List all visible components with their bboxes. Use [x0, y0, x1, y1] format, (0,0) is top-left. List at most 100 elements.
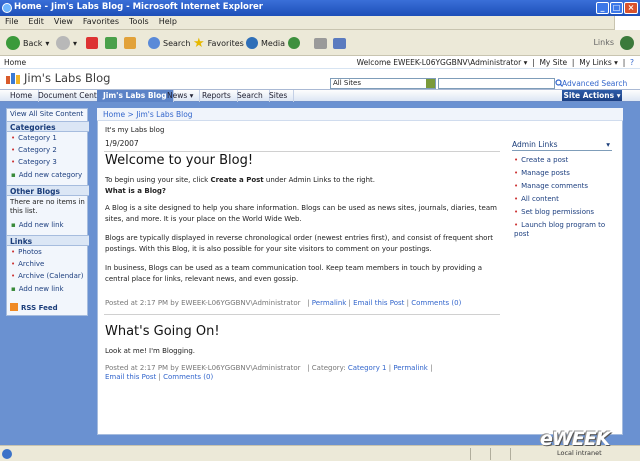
- permalink-link[interactable]: Permalink: [312, 299, 347, 307]
- refresh-button[interactable]: [105, 35, 117, 51]
- home-button[interactable]: [124, 35, 136, 51]
- forward-arrow-icon: [56, 36, 70, 50]
- top-nav-bar: Home Document Center Jim's Labs Blog New…: [0, 89, 640, 102]
- post-date: 1/9/2007: [105, 139, 139, 148]
- media-icon: [246, 37, 258, 49]
- security-zone: Local intranet: [557, 449, 602, 457]
- create-post-emphasis: Create a Post: [210, 176, 264, 184]
- create-post-link[interactable]: • Create a post: [514, 156, 568, 165]
- site-logo-icon: [6, 73, 20, 84]
- welcome-user-menu[interactable]: Welcome EWEEK-L06YGGBNV\Administrator: [357, 58, 522, 67]
- star-icon: ★: [193, 35, 205, 51]
- launch-blog-program-link[interactable]: • Launch blog program to post: [514, 221, 610, 239]
- page-status-icon: [2, 449, 12, 459]
- history-button[interactable]: [288, 35, 300, 51]
- post-subheading: What is a Blog?: [105, 187, 166, 195]
- category-item[interactable]: • Category 3: [11, 158, 57, 166]
- breadcrumb[interactable]: Home > Jim's Labs Blog: [97, 108, 623, 121]
- scope-dropdown-icon: [426, 79, 435, 88]
- site-title[interactable]: Jim's Labs Blog: [24, 71, 110, 85]
- rss-icon: [10, 303, 18, 311]
- tab-news[interactable]: News ▾: [161, 90, 201, 102]
- window-title: Home - Jim's Labs Blog - Microsoft Inter…: [14, 2, 264, 12]
- close-icon[interactable]: ×: [624, 2, 638, 14]
- menu-file[interactable]: File: [0, 16, 23, 26]
- link-item[interactable]: • Archive: [11, 260, 44, 268]
- maximize-icon[interactable]: □: [610, 2, 623, 14]
- menu-edit[interactable]: Edit: [23, 16, 49, 26]
- links-toolbar-icon[interactable]: [620, 36, 634, 50]
- post-divider: [104, 314, 500, 315]
- categories-heading[interactable]: Categories: [7, 121, 89, 132]
- minimize-icon[interactable]: _: [596, 2, 609, 14]
- add-icon: ▪: [11, 221, 16, 229]
- welcome-bar: Home Welcome EWEEK-L06YGGBNV\Administrat…: [0, 57, 640, 69]
- eweek-watermark: eWEEK: [540, 428, 611, 450]
- link-item[interactable]: • Archive (Calendar): [11, 272, 84, 280]
- search-input[interactable]: [438, 78, 555, 89]
- post-footer: Posted at 2:17 PM by EWEEK-L06YGGBNV\Adm…: [105, 364, 433, 372]
- admin-links-heading[interactable]: Admin Links ▾: [512, 140, 612, 151]
- toolbar: Back ▾ ▾ Search ★ Favorites Media Links: [0, 30, 640, 56]
- home-icon: [124, 37, 136, 49]
- comments-link[interactable]: Comments (0): [163, 373, 213, 381]
- links-label[interactable]: Links: [593, 38, 614, 47]
- permalink-link[interactable]: Permalink: [393, 364, 428, 372]
- all-content-link[interactable]: • All content: [514, 195, 559, 204]
- post-footer: Posted at 2:17 PM by EWEEK-L06YGGBNV\Adm…: [105, 299, 462, 307]
- set-permissions-link[interactable]: • Set blog permissions: [514, 208, 594, 217]
- category-item[interactable]: • Category 2: [11, 146, 57, 154]
- menu-help[interactable]: Help: [154, 16, 182, 26]
- help-icon[interactable]: ?: [630, 58, 634, 67]
- refresh-icon: [105, 37, 117, 49]
- print-button[interactable]: [314, 35, 327, 51]
- add-category-link[interactable]: ▪ Add new category: [11, 171, 82, 179]
- post-paragraph: In business, Blogs can be used as a team…: [105, 264, 483, 283]
- tab-sites[interactable]: Sites: [263, 90, 295, 102]
- post-title[interactable]: What's Going On!: [105, 324, 220, 339]
- advanced-search-link[interactable]: Advanced Search: [562, 79, 627, 88]
- category-link[interactable]: Category 1: [348, 364, 387, 372]
- view-all-content-link[interactable]: View All Site Content: [10, 110, 83, 118]
- my-links-menu[interactable]: My Links: [579, 58, 612, 67]
- windows-logo-icon: [614, 16, 640, 30]
- portal-home-link[interactable]: Home: [4, 58, 26, 67]
- other-blogs-heading[interactable]: Other Blogs: [7, 185, 89, 196]
- favorites-button[interactable]: ★ Favorites: [193, 35, 244, 51]
- window-title-bar: Home - Jim's Labs Blog - Microsoft Inter…: [0, 0, 640, 16]
- email-post-link[interactable]: Email this Post: [105, 373, 156, 381]
- quick-launch: View All Site Content Categories • Catego…: [6, 108, 89, 316]
- post-body: Look at me! I'm Blogging.: [105, 347, 196, 355]
- edit-button[interactable]: [333, 35, 346, 51]
- stop-button[interactable]: [86, 35, 98, 51]
- add-link-link[interactable]: ▪ Add new link: [11, 285, 64, 293]
- link-item[interactable]: • Photos: [11, 248, 42, 256]
- my-site-link[interactable]: My Site: [539, 58, 567, 67]
- category-item[interactable]: • Category 1: [11, 134, 57, 142]
- media-button[interactable]: Media: [246, 35, 285, 51]
- search-button[interactable]: Search: [148, 35, 190, 51]
- post-intro: To begin using your site, click Create a…: [105, 176, 376, 184]
- add-link-link[interactable]: ▪ Add new link: [11, 221, 64, 229]
- rss-feed-link[interactable]: RSS Feed: [10, 303, 58, 312]
- post-footer-line2: Email this Post | Comments (0): [105, 373, 214, 381]
- post-title[interactable]: Welcome to your Blog!: [105, 153, 253, 168]
- empty-list-message: There are no items in this list.: [10, 198, 85, 215]
- menu-tools[interactable]: Tools: [124, 16, 154, 26]
- manage-comments-link[interactable]: • Manage comments: [514, 182, 588, 191]
- site-actions-button[interactable]: Site Actions ▾: [562, 90, 622, 101]
- add-icon: ▪: [11, 285, 16, 293]
- forward-button[interactable]: ▾: [56, 35, 77, 51]
- comments-link[interactable]: Comments (0): [411, 299, 461, 307]
- welcome-right: Welcome EWEEK-L06YGGBNV\Administrator ▾ …: [356, 58, 634, 67]
- post-paragraph: Blogs are typically displayed in reverse…: [105, 234, 494, 253]
- back-button[interactable]: Back ▾: [6, 35, 49, 51]
- search-scope-select[interactable]: All Sites: [330, 78, 436, 89]
- manage-posts-link[interactable]: • Manage posts: [514, 169, 570, 178]
- email-post-link[interactable]: Email this Post: [353, 299, 404, 307]
- menu-favorites[interactable]: Favorites: [78, 16, 124, 26]
- menu-bar: File Edit View Favorites Tools Help: [0, 16, 640, 30]
- links-heading[interactable]: Links: [7, 235, 89, 246]
- search-icon: [148, 37, 160, 49]
- menu-view[interactable]: View: [49, 16, 78, 26]
